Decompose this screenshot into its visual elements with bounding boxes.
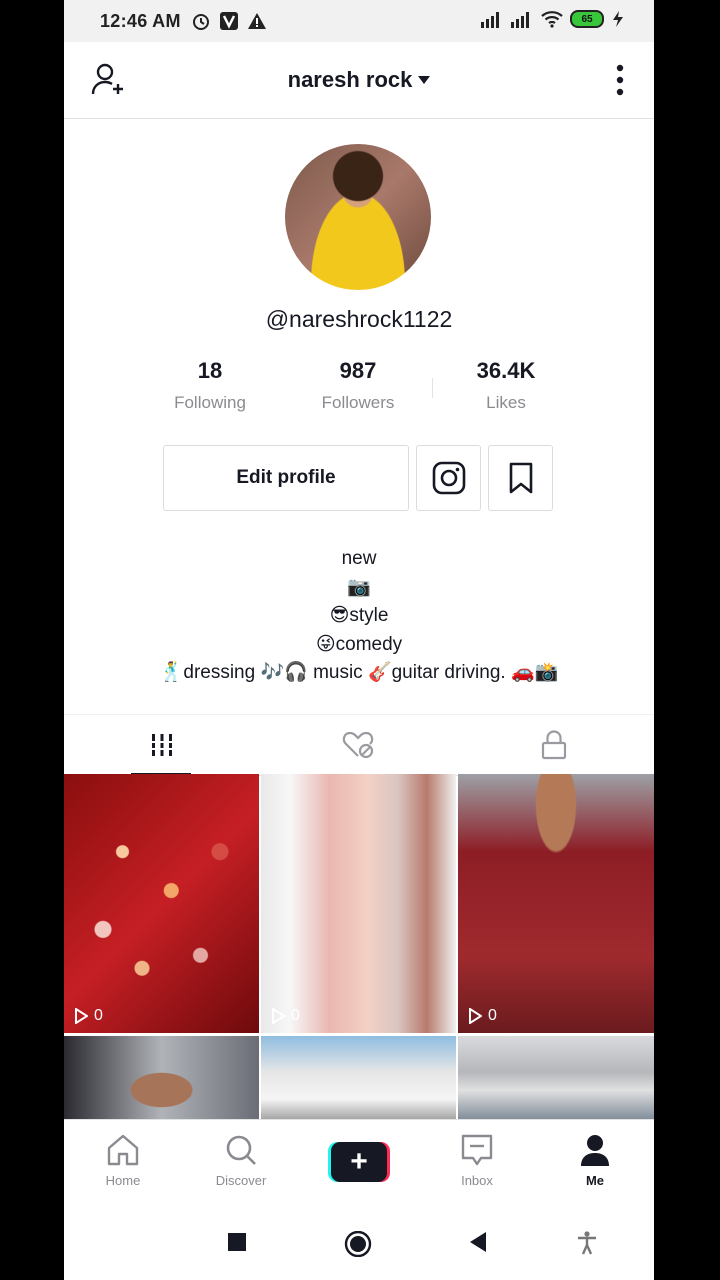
- signal-icon: [481, 12, 499, 28]
- stat-label: Likes: [486, 393, 526, 412]
- stat-label: Followers: [321, 393, 395, 412]
- favorites-button[interactable]: [488, 445, 553, 511]
- tab-private[interactable]: [456, 715, 652, 775]
- video-grid: 0 0 0: [64, 774, 654, 1119]
- bio-line: new: [341, 548, 377, 569]
- bookmark-icon: [509, 462, 532, 494]
- nav-label: Home: [105, 1173, 141, 1188]
- avatar[interactable]: [285, 144, 431, 290]
- instagram-icon: [432, 461, 465, 495]
- stat-followers[interactable]: 987 Followers: [293, 358, 423, 413]
- back-triangle-icon: [470, 1232, 486, 1252]
- bio-line: 🕺dressing 🎶🎧 music 🎸guitar driving. 🚗📸: [159, 662, 559, 683]
- profile-stats: 18 Following 987 Followers 36.4K Likes: [64, 358, 654, 418]
- instagram-button[interactable]: [416, 445, 481, 511]
- alarm-icon: [192, 14, 209, 30]
- stat-value: 18: [197, 358, 223, 383]
- stat-following[interactable]: 18 Following: [145, 358, 275, 413]
- stat-divider: [432, 378, 433, 398]
- profile-icon: [581, 1135, 609, 1166]
- stat-value: 36.4K: [476, 358, 536, 383]
- circle-icon: [344, 1230, 372, 1258]
- bio-line: 😎style: [329, 605, 389, 626]
- nav-label: Inbox: [461, 1173, 493, 1188]
- view-count-value: 0: [94, 1007, 103, 1024]
- header-title: naresh rock: [287, 67, 413, 92]
- nav-me[interactable]: Me: [536, 1134, 654, 1188]
- video-thumbnail[interactable]: [64, 1036, 259, 1119]
- bio-line: 📷: [347, 576, 371, 598]
- nav-label: Discover: [215, 1173, 267, 1188]
- tab-videos[interactable]: [64, 715, 260, 775]
- system-navigation-bar: [64, 1211, 654, 1280]
- video-thumbnail[interactable]: [458, 1036, 654, 1119]
- inbox-icon: [461, 1134, 493, 1166]
- caret-down-icon: [418, 76, 431, 84]
- view-count: 0: [74, 1007, 103, 1025]
- play-icon: [469, 1008, 482, 1024]
- more-options-icon[interactable]: [616, 64, 624, 101]
- tab-liked[interactable]: [260, 715, 456, 775]
- home-icon: [107, 1134, 139, 1166]
- plus-icon: +: [331, 1142, 387, 1182]
- nav-inbox[interactable]: Inbox: [418, 1134, 536, 1188]
- view-count-value: 0: [488, 1007, 497, 1024]
- home-system-button[interactable]: [343, 1230, 373, 1262]
- account-switcher[interactable]: naresh rock: [288, 67, 431, 93]
- video-thumbnail[interactable]: [261, 1036, 456, 1119]
- nav-home[interactable]: Home: [64, 1134, 182, 1188]
- stat-label: Following: [174, 393, 246, 412]
- username: @nareshrock1122: [265, 306, 453, 332]
- lock-icon: [541, 730, 567, 760]
- play-icon: [75, 1008, 88, 1024]
- accessibility-icon: [578, 1231, 596, 1255]
- add-friend-icon[interactable]: [90, 62, 126, 103]
- edit-profile-button[interactable]: Edit profile: [163, 445, 409, 511]
- warning-icon: [247, 13, 266, 29]
- video-thumbnail[interactable]: 0: [261, 774, 456, 1033]
- status-time: 12:46 AM: [100, 10, 181, 31]
- status-right: 65: [480, 10, 626, 28]
- accessibility-button[interactable]: [576, 1231, 598, 1260]
- nav-discover[interactable]: Discover: [182, 1134, 300, 1188]
- profile-bio: new 📷 😎style 😜comedy 🕺dressing 🎶🎧 music …: [64, 545, 654, 688]
- recents-button[interactable]: [227, 1231, 247, 1258]
- status-bar: 12:46 AM 65: [64, 0, 654, 42]
- video-thumbnail[interactable]: 0: [458, 774, 654, 1033]
- play-icon: [272, 1008, 285, 1024]
- nav-label: Me: [585, 1173, 605, 1188]
- battery-indicator: 65: [570, 10, 604, 28]
- stat-value: 987: [339, 358, 377, 383]
- stat-likes[interactable]: 36.4K Likes: [441, 358, 571, 413]
- square-icon: [228, 1233, 246, 1251]
- grid-bars-icon: [149, 734, 175, 756]
- wifi-icon: [541, 11, 563, 28]
- phone-screen: 12:46 AM 65 naresh rock @nareshrock1122: [64, 0, 654, 1280]
- profile-header: naresh rock: [64, 42, 654, 119]
- hidden-heart-icon: [342, 731, 374, 759]
- app-v-icon: [219, 12, 238, 30]
- back-button[interactable]: [468, 1231, 488, 1258]
- create-video-button[interactable]: +: [328, 1142, 390, 1182]
- status-icons: [191, 11, 267, 31]
- view-count: 0: [271, 1007, 300, 1025]
- search-icon: [226, 1135, 256, 1165]
- charging-icon: [613, 11, 623, 27]
- bio-line: 😜comedy: [315, 633, 403, 655]
- signal-icon-2: [511, 12, 529, 28]
- view-count-value: 0: [291, 1007, 300, 1024]
- bottom-navigation: Home Discover + Inbox Me: [64, 1119, 654, 1212]
- view-count: 0: [468, 1007, 497, 1025]
- content-tabs: [64, 714, 654, 776]
- video-thumbnail[interactable]: 0: [64, 774, 259, 1033]
